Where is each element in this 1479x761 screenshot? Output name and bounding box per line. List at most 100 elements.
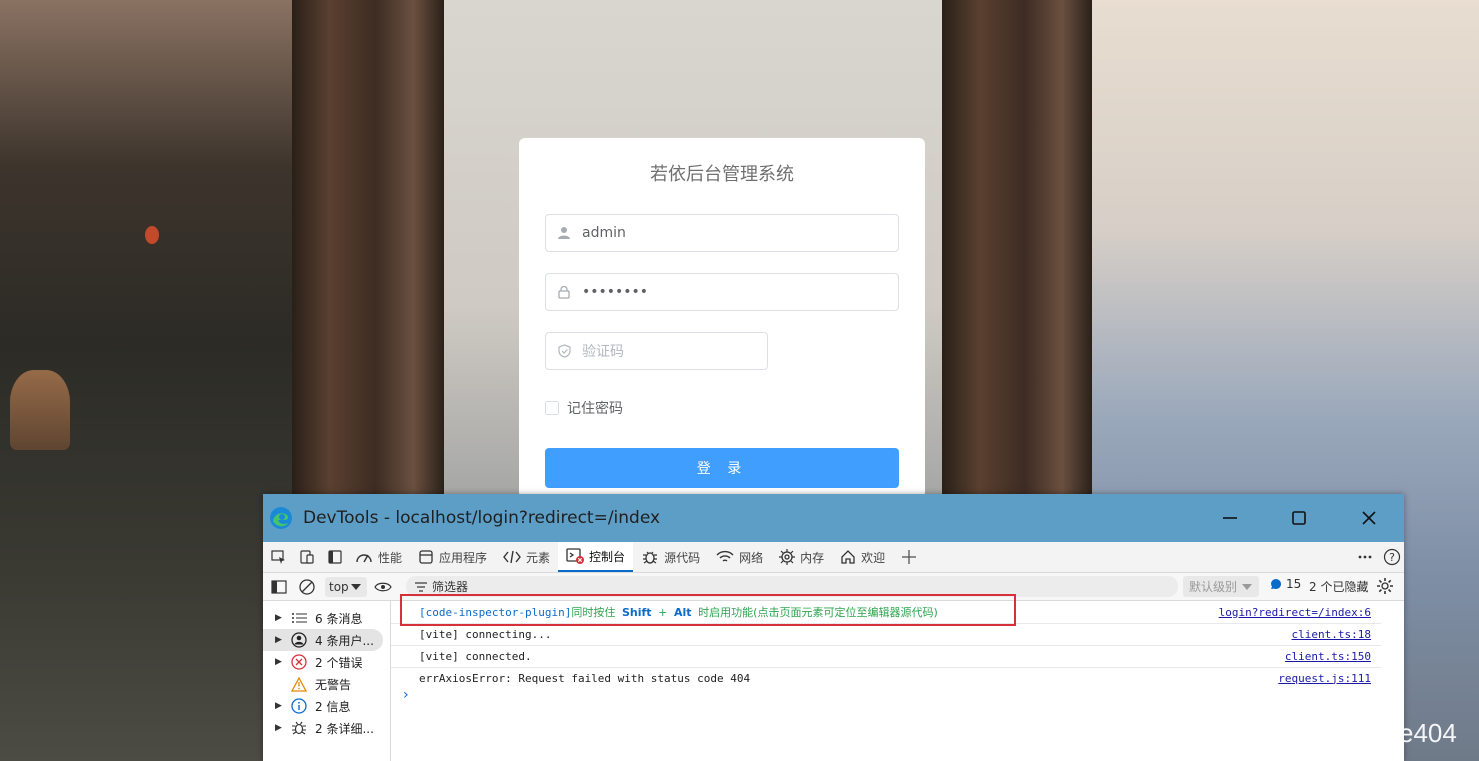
tab-label: 性能 <box>378 550 403 565</box>
performance-icon <box>356 554 372 563</box>
message-bubble-icon <box>1271 579 1281 590</box>
hidden-count: 2 个已隐藏 <box>1309 580 1369 594</box>
minimize-button[interactable] <box>1215 504 1245 532</box>
add-tab-icon[interactable] <box>897 545 921 569</box>
password-value: •••••••• <box>582 284 649 300</box>
tab-label: 应用程序 <box>439 550 488 565</box>
verbose-bug-icon <box>289 720 309 736</box>
remember-password-row[interactable]: 记住密码 <box>545 398 623 418</box>
filter-placeholder: 筛选器 <box>432 580 469 594</box>
log-entry: [vite] connecting... client.ts:18 <box>391 623 1381 646</box>
inspect-element-icon[interactable] <box>267 545 291 569</box>
username-input[interactable]: admin <box>545 214 899 252</box>
close-icon <box>1362 511 1376 525</box>
filter-icon <box>415 581 427 592</box>
message-count-badge[interactable]: 15 <box>1270 577 1301 591</box>
home-icon <box>841 550 855 564</box>
application-icon <box>419 550 433 564</box>
tab-elements[interactable]: 元素 <box>495 542 558 572</box>
log-level-select[interactable]: 默认级别 <box>1183 576 1260 597</box>
log-text: errAxiosError: Request failed with statu… <box>419 671 751 685</box>
svg-text:?: ? <box>1389 551 1395 564</box>
edge-logo-icon <box>270 507 292 529</box>
error-icon <box>289 654 309 670</box>
expand-arrow-icon[interactable]: ▶ <box>275 657 285 667</box>
help-icon[interactable]: ? <box>1380 545 1404 569</box>
warning-icon <box>289 676 309 692</box>
chevron-down-icon <box>350 583 361 590</box>
log-text: [vite] connecting... <box>419 627 552 641</box>
context-value: top <box>329 579 349 594</box>
devtools-tabbar: 性能 应用程序 元素 控制台 源代码 网络 内存 欢迎 ? <box>263 542 1404 573</box>
console-sidebar: ▶ 6 条消息 ▶ 4 条用户... ▶ 2 个错误 无警告 ▶ 2 信息 ▶ … <box>263 601 391 761</box>
expand-arrow-icon[interactable]: ▶ <box>275 613 285 623</box>
tab-label: 网络 <box>739 550 764 565</box>
console-settings-gear-icon[interactable] <box>1376 577 1394 599</box>
captcha-placeholder: 验证码 <box>582 344 624 360</box>
dock-side-icon[interactable] <box>323 545 347 569</box>
chevron-down-icon <box>1242 583 1253 590</box>
expand-arrow-icon[interactable]: ▶ <box>275 723 285 733</box>
tab-sources[interactable]: 源代码 <box>633 542 708 572</box>
log-source-link[interactable]: client.ts:18 <box>1292 628 1371 641</box>
sidebar-item-warnings[interactable]: 无警告 <box>263 673 390 695</box>
elements-icon <box>503 550 521 564</box>
sidebar-item-info[interactable]: ▶ 2 信息 <box>263 695 390 717</box>
login-title: 若依后台管理系统 <box>650 164 794 185</box>
device-emulation-icon[interactable] <box>295 545 319 569</box>
watermark: CSDN @Brilliantee404 <box>1192 718 1457 748</box>
sidebar-item-errors[interactable]: ▶ 2 个错误 <box>263 651 390 673</box>
tab-welcome[interactable]: 欢迎 <box>832 542 893 572</box>
sidebar-item-user-messages[interactable]: ▶ 4 条用户... <box>263 629 383 651</box>
devtools-window-title: DevTools - localhost/login?redirect=/ind… <box>303 508 661 528</box>
user-icon <box>289 632 309 648</box>
login-card: 若依后台管理系统 admin •••••••• 验证码 记住密码 登 录 <box>519 138 925 498</box>
console-prompt[interactable]: › <box>403 687 409 703</box>
log-source-link[interactable]: login?redirect=/index:6 <box>1219 606 1371 619</box>
context-select[interactable]: top <box>325 576 367 597</box>
tab-label: 源代码 <box>664 550 701 565</box>
user-icon <box>546 226 582 240</box>
console-icon <box>566 548 585 564</box>
tab-label: 元素 <box>526 550 551 565</box>
maximize-icon <box>1292 511 1306 525</box>
tab-performance[interactable]: 性能 <box>347 542 410 572</box>
devtools-titlebar[interactable]: DevTools - localhost/login?redirect=/ind… <box>263 494 1404 542</box>
annotation-highlight-box <box>400 594 1016 626</box>
sidebar-item-verbose[interactable]: ▶ 2 条详细... <box>263 717 390 739</box>
tab-application[interactable]: 应用程序 <box>410 542 495 572</box>
remember-checkbox[interactable] <box>545 401 559 415</box>
more-options-icon[interactable] <box>1353 545 1377 569</box>
expand-arrow-icon[interactable]: ▶ <box>275 701 285 711</box>
shield-icon <box>546 344 582 358</box>
background-red-light <box>145 226 159 244</box>
show-sidebar-icon[interactable] <box>267 575 291 599</box>
expand-arrow-icon[interactable]: ▶ <box>275 635 285 645</box>
log-entry: [vite] connected. client.ts:150 <box>391 645 1381 668</box>
list-icon <box>289 612 309 624</box>
sources-bug-icon <box>643 551 658 564</box>
close-button[interactable] <box>1354 504 1384 532</box>
background-lamp <box>10 370 70 450</box>
username-value: admin <box>582 225 626 241</box>
log-source-link[interactable]: client.ts:150 <box>1285 650 1371 663</box>
info-icon <box>289 698 309 714</box>
lock-icon <box>546 285 582 299</box>
sidebar-item-messages[interactable]: ▶ 6 条消息 <box>263 607 390 629</box>
tab-console[interactable]: 控制台 <box>558 542 634 572</box>
maximize-button[interactable] <box>1284 504 1314 532</box>
message-count: 15 <box>1286 577 1302 591</box>
tab-memory[interactable]: 内存 <box>771 542 832 572</box>
log-source-link[interactable]: request.js:111 <box>1278 672 1371 685</box>
captcha-input[interactable]: 验证码 <box>545 332 768 370</box>
minimize-icon <box>1223 517 1237 519</box>
network-wifi-icon <box>716 550 734 562</box>
log-text: [vite] connected. <box>419 649 532 663</box>
live-expression-eye-icon[interactable] <box>371 575 395 599</box>
login-button[interactable]: 登 录 <box>545 448 899 488</box>
password-input[interactable]: •••••••• <box>545 273 899 311</box>
log-level-value: 默认级别 <box>1189 580 1238 594</box>
memory-chip-icon <box>779 549 796 565</box>
clear-console-icon[interactable] <box>295 575 319 599</box>
tab-network[interactable]: 网络 <box>708 542 771 572</box>
